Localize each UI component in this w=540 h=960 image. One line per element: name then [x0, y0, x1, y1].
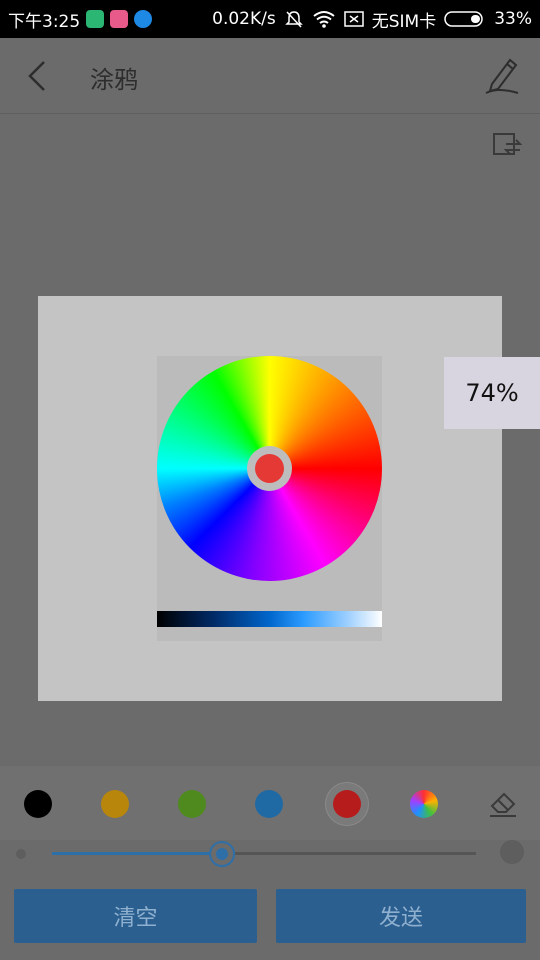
page-title: 涂鸦: [90, 66, 138, 94]
color-swatch-black[interactable]: [24, 790, 52, 818]
brush-size-slider: [0, 840, 540, 868]
status-bar-left: 下午3:25: [8, 7, 153, 32]
swap-icon: [493, 133, 523, 155]
slider-thumb[interactable]: [208, 841, 235, 867]
wifi-icon: [313, 11, 335, 28]
no-sim-icon: [343, 11, 364, 27]
battery-icon: [444, 11, 483, 27]
mute-bell-icon: [284, 11, 303, 28]
max-size-indicator: [500, 840, 524, 864]
status-time: 下午3:25: [8, 11, 81, 32]
slider-track-fill: [52, 852, 222, 855]
custom-color-swatch[interactable]: [410, 790, 438, 818]
slider-track[interactable]: [52, 852, 476, 855]
sim-status: 无SIM卡: [371, 11, 437, 32]
color-palette: [0, 766, 540, 840]
pen-icon: [485, 58, 519, 94]
color-swatch-selected-ring[interactable]: [325, 782, 369, 826]
clear-button[interactable]: 清空: [14, 889, 257, 943]
color-swatch-blue[interactable]: [255, 790, 283, 818]
title-bar: 涂鸦: [0, 38, 540, 114]
network-speed: 0.02K/s: [212, 9, 276, 29]
min-size-indicator: [16, 849, 26, 859]
color-swatch-green[interactable]: [178, 790, 206, 818]
send-button[interactable]: 发送: [276, 889, 526, 943]
selected-color-dot: [255, 454, 284, 483]
eraser-button[interactable]: [488, 788, 518, 818]
battery-percent: 33%: [494, 9, 532, 29]
app-notification-icon: [134, 10, 153, 28]
status-bar-right: 0.02K/s 无SIM卡 33%: [212, 7, 532, 32]
app-notification-icon: [110, 10, 129, 28]
chevron-left-icon: [28, 61, 45, 91]
status-bar: 下午3:25 0.02K/s 无SIM卡 33%: [0, 0, 540, 38]
brightness-percent-tooltip: 74%: [444, 357, 540, 429]
color-swatch-orange[interactable]: [101, 790, 129, 818]
color-swatch-red: [333, 790, 361, 818]
brightness-bar[interactable]: [157, 611, 382, 627]
color-picker-dialog: [38, 296, 502, 701]
pen-button[interactable]: [482, 54, 522, 96]
swap-button[interactable]: [492, 130, 523, 160]
selected-color-preview: [247, 446, 292, 491]
app-notification-icon: [86, 10, 105, 28]
back-button[interactable]: [24, 58, 56, 94]
slider-thumb-inner: [215, 848, 228, 860]
color-wheel-panel: [157, 356, 382, 641]
eraser-icon: [490, 792, 516, 817]
